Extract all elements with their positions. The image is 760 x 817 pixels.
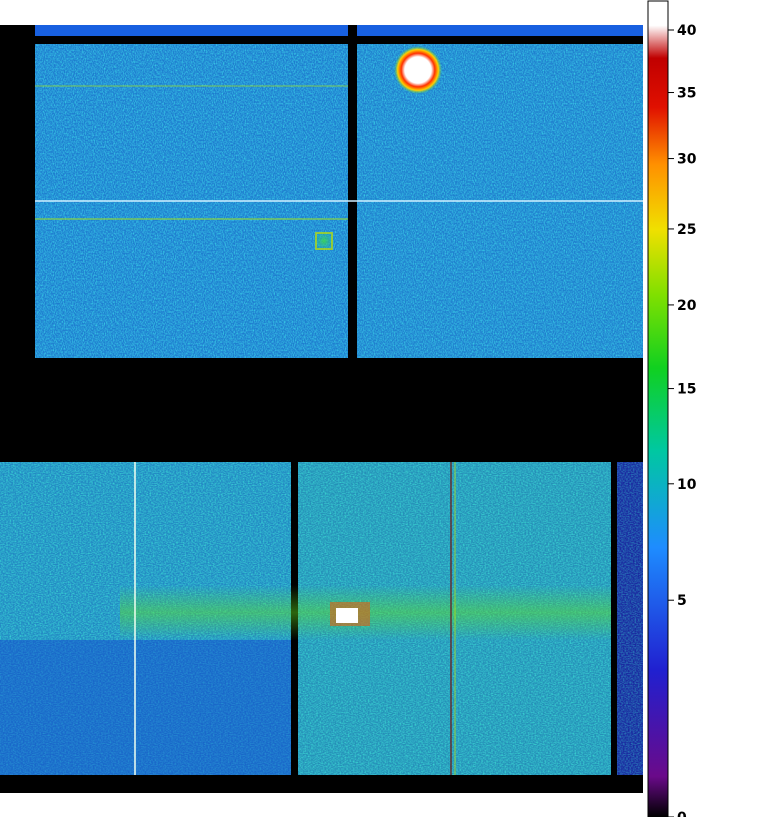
colorbar-tick-label: 20	[677, 298, 697, 314]
bright-source-lower	[336, 608, 358, 623]
colorbar-tick-label: 5	[677, 593, 687, 609]
bright-source	[394, 46, 442, 94]
lower-ccd-panel	[0, 462, 643, 775]
colorbar-tick-label: 25	[677, 222, 696, 238]
upper-ccd-panel	[35, 25, 643, 358]
colorbar: 40 35 30 25 20 15 10 5 0	[647, 0, 697, 817]
colorbar-tick-label: 40	[677, 23, 697, 39]
colorbar-tick-label: 0	[677, 810, 687, 817]
colorbar-tick-label: 10	[677, 477, 697, 493]
detector-image-view: 40 35 30 25 20 15 10 5 0	[0, 0, 697, 817]
colorbar-tick-label: 15	[677, 382, 696, 398]
colorbar-tick-label: 30	[677, 152, 697, 168]
colorbar-tick-label: 35	[677, 86, 696, 102]
